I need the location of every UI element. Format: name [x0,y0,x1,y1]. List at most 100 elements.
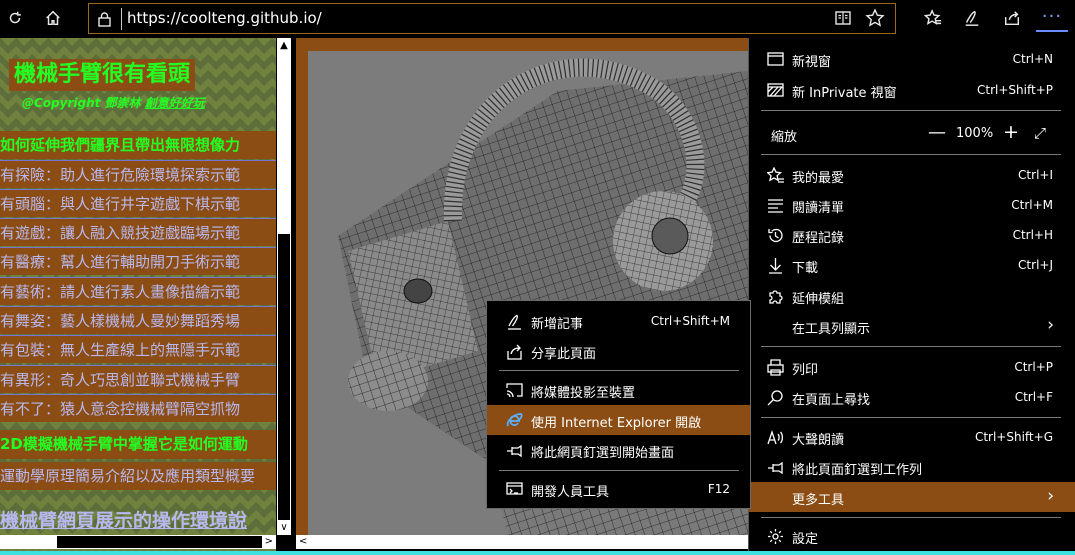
section-heading-1: 如何延伸我們疆界且帶出無限想像力 [0,131,276,159]
environment-link[interactable]: 機械臂網頁展示的操作環境說 [0,506,276,536]
share-icon [506,343,523,360]
favorites-icon [766,166,784,184]
menu-item-add-notes[interactable]: 新增記事 Ctrl+Shift+M [487,306,750,336]
content-frame-horizontal-scrollbar[interactable]: < [296,535,748,549]
menu-shortcut: Ctrl+Shift+P [977,83,1053,97]
address-bar[interactable]: https://coolteng.github.io/ [88,3,896,34]
menu-shortcut: Ctrl+P [1014,360,1053,374]
developer-tools-icon [506,481,523,498]
menu-label: 設定 [792,532,819,547]
nav-link[interactable]: 有探險：助人進行危險環境探索示範 [0,160,276,188]
menu-item-developer-tools[interactable]: 開發人員工具 F12 [487,474,750,504]
menu-label: 歷程記錄 [792,231,845,246]
menu-item-more-tools[interactable]: 更多工具 › [749,482,1075,512]
more-tools-submenu: 新增記事 Ctrl+Shift+M 分享此頁面 將媒體投影至裝置 使用 Inte… [486,300,751,509]
menu-item-history[interactable]: 歷程記錄 Ctrl+H [749,220,1075,250]
zoom-in-button[interactable]: + [1003,121,1019,143]
menu-label: 開發人員工具 [531,485,610,500]
menu-divider [761,110,1061,111]
more-dots-icon: ··· [1041,6,1063,27]
left-frame-vertical-scrollbar[interactable]: ▲ ∨ [276,38,291,535]
menu-shortcut: Ctrl+Shift+G [974,430,1053,444]
favorites-button[interactable] [918,4,948,32]
new-window-icon [767,51,784,68]
read-aloud-icon [767,429,784,446]
menu-item-extensions[interactable]: 延伸模組 [749,281,1075,311]
menu-item-new-window[interactable]: 新視窗 Ctrl+N [749,44,1075,74]
site-title: 機械手臂很有看頭 [9,59,196,91]
nav-link[interactable]: 有舞姿：藝人樣機械人曼妙舞蹈秀場 [0,306,276,334]
menu-shortcut: Ctrl+J [1018,258,1053,272]
reading-list-icon [767,197,784,214]
menu-item-new-inprivate-window[interactable]: 新 InPrivate 視窗 Ctrl+Shift+P [749,75,1075,105]
copyright-line: @Copyright 鄧崇林 創意好好玩 [22,94,205,111]
nav-link[interactable]: 有遊戲：讓人融入競技遊戲臨場示範 [0,218,276,246]
nav-link[interactable]: 有藝術：請人進行素人畫像描繪示範 [0,277,276,305]
refresh-icon [9,11,21,24]
nav-link[interactable]: 運動學原理簡易介紹以及應用類型概要 [0,462,276,490]
left-frame-horizontal-scrollbar[interactable]: > [0,535,276,549]
home-button[interactable] [38,4,68,32]
url-text[interactable]: https://coolteng.github.io/ [127,9,322,27]
scroll-down-arrow-icon[interactable]: ∨ [277,520,291,535]
menu-label: 在頁面上尋找 [792,393,871,408]
scroll-up-arrow-icon[interactable]: ▲ [277,38,291,53]
menu-item-favorites[interactable]: 我的最愛 Ctrl+I [749,160,1075,190]
copyright-link[interactable]: 創意好好玩 [145,96,205,110]
menu-item-pin-to-taskbar[interactable]: 將此頁面釘選到工作列 [749,452,1075,482]
add-favorite-star-icon[interactable] [865,8,885,28]
reading-view-icon[interactable] [834,9,852,27]
menu-label: 新 InPrivate 視窗 [792,86,897,101]
menu-label: 分享此頁面 [531,347,597,362]
menu-item-find-on-page[interactable]: 在頁面上尋找 Ctrl+F [749,382,1075,412]
nav-link[interactable]: 有異形：奇人巧思創並聯式機械手臂 [0,365,276,393]
section-heading-2[interactable]: 2D模擬機械手臂中掌握它是如何運動 [0,430,276,459]
menu-item-settings[interactable]: 設定 [749,521,1075,551]
menu-divider [499,370,739,371]
zoom-out-button[interactable]: — [928,122,946,143]
menu-shortcut: Ctrl+H [1012,228,1053,242]
refresh-button[interactable] [0,4,30,32]
pen-icon [506,313,523,330]
lock-icon [98,12,111,27]
menu-label: 我的最愛 [792,171,845,186]
menu-label: 將媒體投影至裝置 [531,386,636,401]
fullscreen-icon[interactable]: ⤢ [1034,124,1046,142]
menu-label: 閱讀清單 [792,201,845,216]
scroll-thumb[interactable] [57,536,262,548]
menu-item-show-in-toolbar[interactable]: 在工具列顯示 › [749,311,1075,341]
download-icon [767,257,784,274]
share-button[interactable] [997,4,1027,32]
pen-icon [965,10,979,26]
menu-label: 使用 Internet Explorer 開啟 [531,416,702,431]
left-nav-frame: 機械手臂很有看頭 @Copyright 鄧崇林 創意好好玩 如何延伸我們疆界且帶… [0,38,276,551]
menu-item-share-page[interactable]: 分享此頁面 [487,336,750,366]
scroll-thumb[interactable] [278,234,290,520]
settings-and-more-button[interactable]: ··· [1036,4,1068,32]
menu-item-read-aloud[interactable]: 大聲朗讀 Ctrl+Shift+G [749,422,1075,452]
nav-link[interactable]: 有包裝：無人生產線上的無隱手示範 [0,335,276,363]
menu-item-downloads[interactable]: 下載 Ctrl+J [749,250,1075,280]
pin-icon [767,459,784,476]
scroll-right-arrow-icon[interactable]: > [265,535,273,549]
menu-label: 下載 [792,261,819,276]
menu-shortcut: Ctrl+Shift+M [650,314,730,328]
share-icon [1004,11,1020,26]
menu-label: 新視窗 [792,55,832,70]
history-icon [767,227,784,244]
browser-window: https://coolteng.github.io/ ··· 機械手臂很有看頭… [0,0,1075,551]
nav-link[interactable]: 有醫療：幫人進行輔助開刀手術示範 [0,247,276,275]
menu-item-print[interactable]: 列印 Ctrl+P [749,352,1075,382]
menu-item-open-with-internet-explorer[interactable]: 使用 Internet Explorer 開啟 [487,405,750,435]
menu-item-cast-media[interactable]: 將媒體投影至裝置 [487,375,750,405]
menu-divider [761,154,1061,155]
menu-label: 將此網頁釘選到開始畫面 [531,446,675,461]
puzzle-icon [767,288,784,305]
menu-item-reading-list[interactable]: 閱讀清單 Ctrl+M [749,190,1075,220]
nav-link[interactable]: 有不了：猿人意念控機械臂隔空抓物 [0,394,276,422]
scroll-left-arrow-icon[interactable]: < [299,535,307,549]
nav-link[interactable]: 有頭腦：與人進行井字遊戲下棋示範 [0,189,276,217]
chevron-right-icon: › [1047,315,1054,335]
web-notes-button[interactable] [957,4,987,32]
menu-item-pin-to-start[interactable]: 將此網頁釘選到開始畫面 [487,435,750,465]
